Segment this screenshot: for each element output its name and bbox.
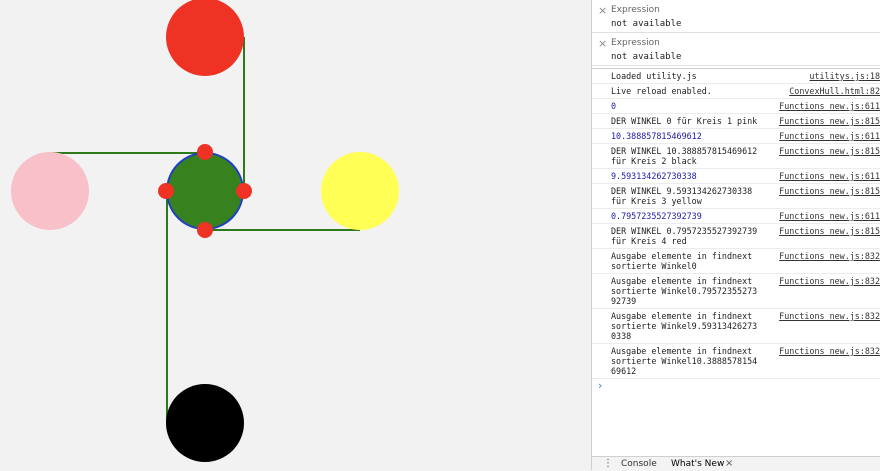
console-output: Loaded utility.js utilitys.js:18 Live relo… bbox=[592, 68, 880, 393]
console-message: Ausgabe elemente in findnext sortierte W… bbox=[592, 309, 880, 344]
console-message: Ausgabe elemente in findnext sortierte W… bbox=[592, 274, 880, 309]
console-source-link[interactable]: Functions new.js:611 bbox=[779, 211, 880, 221]
circle-red[interactable] bbox=[166, 0, 244, 76]
console-message: Live reload enabled. ConvexHull.html:82 bbox=[592, 84, 880, 99]
canvas-drawing[interactable] bbox=[0, 0, 591, 470]
console-message-text: Live reload enabled. bbox=[611, 86, 712, 96]
console-message: Loaded utility.js utilitys.js:18 bbox=[592, 69, 880, 84]
console-message: DER WINKEL 0 für Kreis 1 pink Functions n… bbox=[592, 114, 880, 129]
tab-console[interactable]: Console bbox=[621, 459, 657, 469]
watch-expression-1: × Expression not available bbox=[592, 0, 880, 33]
console-source-link[interactable]: Functions new.js:832 bbox=[779, 276, 880, 286]
console-message: Ausgabe elemente in findnext sortierte W… bbox=[592, 249, 880, 274]
circle-green[interactable] bbox=[166, 152, 244, 230]
console-message-text: DER WINKEL 0.7957235527392739 für Kreis … bbox=[611, 226, 763, 246]
devtools-panel: × Expression not available × Expression … bbox=[591, 0, 880, 471]
console-source-link[interactable]: Functions new.js:815 bbox=[779, 186, 880, 196]
console-message: Ausgabe elemente in findnext sortierte W… bbox=[592, 344, 880, 379]
console-message-text: Ausgabe elemente in findnext sortierte W… bbox=[611, 276, 758, 306]
console-message-text: 10.388857815469612 bbox=[611, 131, 702, 141]
console-source-link[interactable]: ConvexHull.html:82 bbox=[789, 86, 880, 96]
console-message: DER WINKEL 0.7957235527392739 für Kreis … bbox=[592, 224, 880, 249]
console-message-text: Loaded utility.js bbox=[611, 71, 697, 81]
expression-value: not available bbox=[611, 52, 682, 62]
circle-black[interactable] bbox=[166, 384, 244, 462]
expression-label: Expression bbox=[611, 5, 660, 15]
circle-yellow[interactable] bbox=[321, 152, 399, 230]
drawer-menu-icon[interactable]: ⋮ bbox=[603, 457, 613, 471]
console-message: 9.593134262730338 Functions new.js:611 bbox=[592, 169, 880, 184]
console-source-link[interactable]: utilitys.js:18 bbox=[809, 71, 880, 81]
console-message-text: 0.7957235527392739 bbox=[611, 211, 702, 221]
marker-top[interactable] bbox=[197, 144, 213, 160]
watch-expression-2: × Expression not available bbox=[592, 33, 880, 66]
console-message-text: 0 bbox=[611, 101, 617, 111]
marker-right[interactable] bbox=[236, 183, 252, 199]
expression-label: Expression bbox=[611, 38, 660, 48]
console-source-link[interactable]: Functions new.js:815 bbox=[779, 226, 880, 236]
console-message-text: DER WINKEL 0 für Kreis 1 pink bbox=[611, 116, 758, 126]
console-source-link[interactable]: Functions new.js:832 bbox=[779, 251, 880, 261]
console-message: 0.7957235527392739 Functions new.js:611 bbox=[592, 209, 880, 224]
marker-bottom[interactable] bbox=[197, 222, 213, 238]
console-message-text: DER WINKEL 10.388857815469612 für Kreis … bbox=[611, 146, 763, 166]
console-source-link[interactable]: Functions new.js:611 bbox=[779, 101, 880, 111]
console-message-text: DER WINKEL 9.593134262730338 für Kreis 3… bbox=[611, 186, 758, 206]
console-source-link[interactable]: Functions new.js:815 bbox=[779, 116, 880, 126]
console-message: 0 Functions new.js:611 bbox=[592, 99, 880, 114]
console-message: 10.388857815469612 Functions new.js:611 bbox=[592, 129, 880, 144]
prompt-chevron-icon: › bbox=[598, 379, 603, 392]
console-source-link[interactable]: Functions new.js:611 bbox=[779, 171, 880, 181]
console-message-text: Ausgabe elemente in findnext sortierte W… bbox=[611, 251, 758, 271]
remove-expression-icon[interactable]: × bbox=[598, 4, 607, 17]
remove-expression-icon[interactable]: × bbox=[598, 37, 607, 50]
console-message: DER WINKEL 9.593134262730338 für Kreis 3… bbox=[592, 184, 880, 209]
console-source-link[interactable]: Functions new.js:832 bbox=[779, 346, 880, 356]
canvas-area[interactable] bbox=[0, 0, 591, 470]
console-message-text: Ausgabe elemente in findnext sortierte W… bbox=[611, 311, 758, 341]
tab-whats-new[interactable]: What's New bbox=[671, 459, 724, 469]
console-source-link[interactable]: Functions new.js:832 bbox=[779, 311, 880, 321]
console-prompt[interactable]: › bbox=[592, 379, 880, 393]
console-source-link[interactable]: Functions new.js:611 bbox=[779, 131, 880, 141]
console-message-text: 9.593134262730338 bbox=[611, 171, 697, 181]
console-source-link[interactable]: Functions new.js:815 bbox=[779, 146, 880, 156]
circle-pink[interactable] bbox=[11, 152, 89, 230]
expression-value: not available bbox=[611, 19, 682, 29]
marker-left[interactable] bbox=[158, 183, 174, 199]
console-message: DER WINKEL 10.388857815469612 für Kreis … bbox=[592, 144, 880, 169]
close-tab-icon[interactable]: × bbox=[725, 458, 733, 469]
drawer-tabbar: ⋮ Console What's New × bbox=[592, 456, 880, 471]
console-message-text: Ausgabe elemente in findnext sortierte W… bbox=[611, 346, 758, 376]
